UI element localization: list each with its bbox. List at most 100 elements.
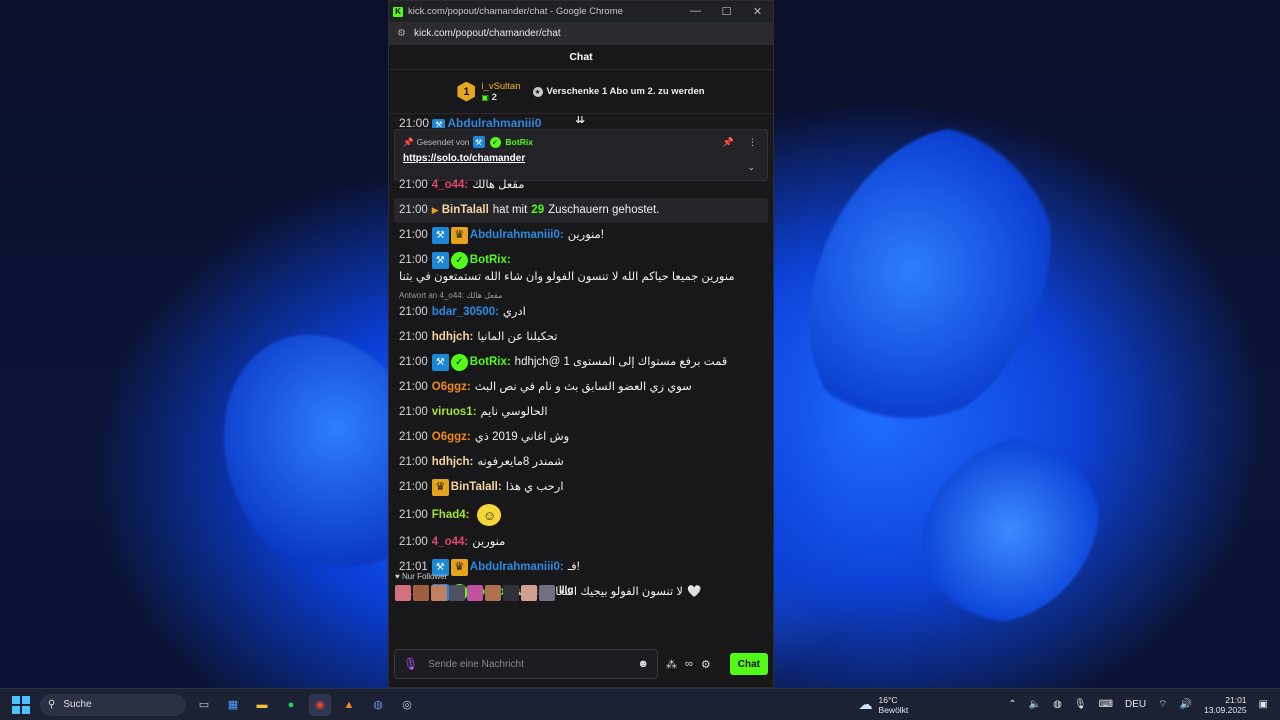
site-settings-icon[interactable]: ⚙ [397, 28, 406, 39]
maximize-button[interactable]: ☐ [711, 5, 742, 18]
spotify-icon[interactable]: ● [280, 694, 302, 716]
clock[interactable]: 21:01 13.09.2025 [1204, 695, 1247, 715]
avatar[interactable] [485, 585, 501, 601]
username[interactable]: BotRix: [470, 252, 511, 269]
chat-message[interactable]: 21:00 ♛ BinTalall: ارحب ي هذا [394, 475, 768, 500]
username[interactable]: Abdulrahmaniii0: [470, 227, 564, 244]
chat-message[interactable]: 21:00 O6ggz: سوي زي العضو السابق بث و نام … [394, 375, 768, 400]
send-chat-button[interactable]: Chat [729, 653, 768, 675]
crown-badge-icon[interactable]: ♛ [431, 479, 449, 496]
avatar[interactable] [395, 585, 411, 601]
chat-message[interactable]: 21:00 bdar_30500: ادري [394, 300, 768, 325]
username[interactable]: BotRix: [470, 354, 511, 371]
username[interactable]: 4_o44: [432, 177, 468, 194]
username[interactable]: BinTalall: [451, 479, 502, 496]
notification-icon[interactable]: ▣ [1259, 699, 1268, 710]
top-gifter-name[interactable]: i_vSultan [481, 81, 520, 92]
avatar[interactable] [449, 585, 465, 601]
chat-message[interactable]: 21:00 O6ggz: وش اغاني 2019 ذي [394, 425, 768, 450]
gift-sub-label: Verschenke 1 Abo um 2. zu werden [546, 86, 705, 97]
taskbar-search[interactable]: ⚲ Suche [40, 693, 186, 716]
address-bar[interactable]: ⚙ kick.com/popout/chamander/chat [389, 22, 773, 45]
message-time: 21:00 [399, 356, 428, 368]
chat-message[interactable]: 21:00 4_o44: مقعل هالك [394, 173, 768, 198]
chat-messages-area[interactable]: 21:00 ⚒ Abdulrahmaniii0 ⇊ 📌 Gesendet von … [389, 116, 773, 646]
discord-icon[interactable]: ◍ [367, 694, 389, 716]
more-chatters[interactable]: lllg [559, 585, 573, 601]
windows-start-icon[interactable] [12, 695, 30, 714]
microphone-icon[interactable]: 🎙 [403, 657, 418, 671]
wallpaper-petal [762, 88, 1098, 472]
task-view-icon[interactable]: ▭ [193, 694, 215, 716]
username[interactable]: Fhad4: [432, 507, 470, 524]
chat-message[interactable]: 21:00 viruos1: الحالوسي نايم [394, 400, 768, 425]
recent-chatters[interactable]: lllg [395, 585, 573, 601]
chevron-up-icon[interactable]: ⌃ [1008, 699, 1016, 710]
host-notification[interactable]: 21:00 ▶ BinTalall hat mit 29 Zuschauern gehos… [394, 198, 768, 223]
chat-message[interactable]: 21:00 hdhjch: شمندر 8مايعرفونه [394, 450, 768, 475]
verified-badge-icon[interactable]: ✓ [450, 354, 468, 371]
username[interactable]: hdhjch: [432, 329, 474, 346]
crown-badge-icon[interactable]: ♛ [450, 227, 468, 244]
moderator-badge-icon[interactable]: ⚒ [431, 354, 449, 371]
username[interactable]: bdar_30500: [432, 304, 499, 321]
username[interactable]: BinTalall [442, 202, 489, 219]
file-explorer-icon[interactable]: ▬ [251, 694, 273, 716]
avatar[interactable] [467, 585, 483, 601]
chat-input[interactable]: 🎙 Sende eine Nachricht ☻ [394, 649, 658, 679]
chrome-icon[interactable]: ◉ [309, 693, 331, 716]
close-button[interactable]: ✕ [742, 5, 773, 18]
moderator-badge-icon[interactable]: ⚒ [431, 252, 449, 269]
chat-message[interactable]: 21:00 ⚒ ✓ BotRix: قمت برفع مستواك إلى المستو… [394, 350, 768, 375]
avatar[interactable] [413, 585, 429, 601]
language-indicator[interactable]: DEU [1125, 699, 1146, 710]
discord-tray-icon[interactable]: ◍ [1053, 699, 1062, 710]
smile-emote[interactable]: ☺ [477, 504, 502, 526]
keyboard-icon[interactable]: ⌨ [1099, 699, 1113, 710]
reward-icon[interactable]: ⁂ [666, 658, 677, 671]
speaker-icon[interactable]: 🔊 [1180, 699, 1192, 710]
chat-message[interactable]: 21:00 4_o44: منورين [394, 530, 768, 555]
scroll-to-bottom-icon[interactable]: ⇊ [575, 116, 585, 126]
minimize-button[interactable]: — [680, 5, 711, 18]
more-options-icon[interactable]: ⋮ [748, 137, 757, 148]
message-text: الحالوسي نايم [480, 406, 548, 418]
heart-icon: ♥ [395, 572, 400, 581]
gift-sub-button[interactable]: ★ Verschenke 1 Abo um 2. zu werden [532, 86, 705, 97]
store-icon[interactable]: ▦ [222, 694, 244, 716]
microphone-tray-icon[interactable]: 🎙 [1074, 699, 1087, 710]
avatar[interactable] [503, 585, 519, 601]
moderator-badge-icon[interactable]: ⚒ [431, 227, 449, 244]
username[interactable]: O6ggz: [432, 429, 471, 446]
avatar[interactable] [539, 585, 555, 601]
username[interactable]: viruos1: [432, 404, 477, 421]
reply-reference[interactable]: Antwort an 4_o44: مقعل هالك [394, 291, 768, 300]
unpin-icon[interactable]: 📌 [723, 137, 734, 148]
avatar[interactable] [431, 585, 447, 601]
chat-message[interactable]: 21:00 ⚒ ♛ Abdulrahmaniii0: !منورين [394, 223, 768, 248]
chevron-down-icon[interactable]: ⌄ [747, 162, 755, 173]
steam-icon[interactable]: ◎ [396, 694, 418, 716]
window-titlebar[interactable]: K kick.com/popout/chamander/chat - Googl… [389, 1, 773, 22]
username[interactable]: hdhjch: [432, 454, 474, 471]
chat-message[interactable]: 21:00 hdhjch: تحكيلنا عن المانيا [394, 325, 768, 350]
pinned-link[interactable]: https://solo.to/chamander [403, 153, 759, 164]
message-text: منورين جميعا حياكم الله لا تنسون الفولو … [399, 271, 735, 283]
weather-widget[interactable]: ☁ 16°C Bewölkt [859, 695, 909, 715]
moderator-badge-icon: ⚒ [472, 136, 485, 148]
chat-message[interactable]: 21:00 ⚒ ✓ BotRix: منورين جميعا حياكم الله لا… [394, 248, 768, 290]
username[interactable]: O6ggz: [432, 379, 471, 396]
wifi-icon[interactable]: ⌔ [1158, 698, 1167, 711]
avatar[interactable] [521, 585, 537, 601]
gift-leaderboard-bar[interactable]: 1 i_vSultan ▣ 2 ★ Verschenke 1 Abo um 2.… [389, 70, 773, 114]
message-time: 21:00 [399, 381, 428, 393]
infinity-icon[interactable]: ∞ [685, 658, 693, 670]
app-orange-icon[interactable]: ▲ [338, 694, 360, 716]
emoji-icon[interactable]: ☻ [637, 658, 649, 670]
message-text: ارحب ي هذا [505, 481, 564, 493]
verified-badge-icon[interactable]: ✓ [450, 252, 468, 269]
chat-message[interactable]: 21:00 Fhad4: ☺ [394, 500, 768, 530]
gear-icon[interactable]: ⚙ [701, 658, 711, 671]
username[interactable]: 4_o44: [432, 534, 468, 551]
volume-icon[interactable]: 🔈 [1029, 699, 1041, 710]
